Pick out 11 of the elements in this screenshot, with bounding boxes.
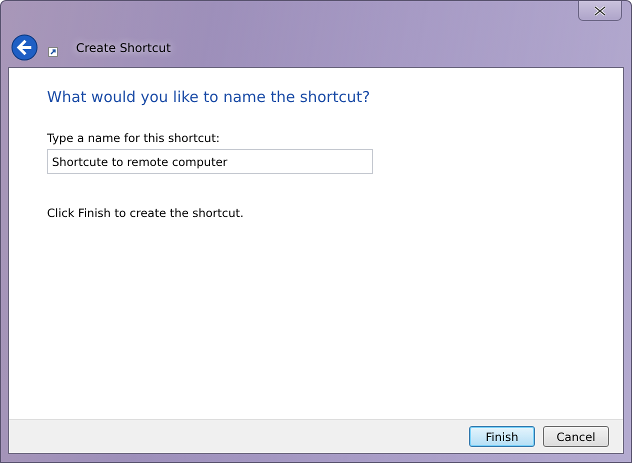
page-heading: What would you like to name the shortcut? <box>47 88 372 106</box>
window-title: Create Shortcut <box>76 40 171 54</box>
close-icon <box>594 6 606 16</box>
name-field[interactable]: Shortcute to remote computer <box>47 149 373 174</box>
cancel-button[interactable]: Cancel <box>543 426 609 447</box>
shortcut-icon <box>48 46 58 56</box>
finish-button[interactable]: Finish <box>469 426 535 447</box>
instruction-text: Click Finish to create the shortcut. <box>47 206 245 220</box>
field-label: Type a name for this shortcut: <box>47 131 221 145</box>
back-button[interactable] <box>11 34 38 61</box>
close-button[interactable] <box>578 1 622 21</box>
